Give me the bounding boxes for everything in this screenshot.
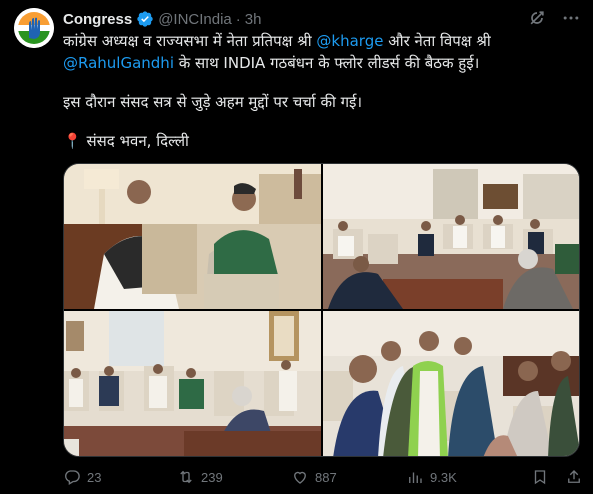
share-icon — [565, 468, 583, 486]
tweet-actions: 23 239 887 9.3K — [63, 466, 583, 488]
grok-icon[interactable] — [527, 8, 547, 28]
photo-2[interactable] — [323, 164, 579, 309]
bookmark-icon — [531, 468, 549, 486]
timestamp[interactable]: 3h — [245, 11, 262, 28]
views-count: 9.3K — [430, 469, 457, 485]
tweet-text: कांग्रेस अध्यक्ष व राज्यसभा में नेता प्र… — [63, 30, 583, 152]
like-icon — [291, 468, 309, 486]
author-name[interactable]: Congress — [63, 11, 132, 28]
text-segment: के साथ INDIA गठबंधन के फ्लोर लीडर्स की ब… — [173, 54, 480, 72]
mention-kharge[interactable]: @kharge — [316, 32, 383, 50]
mention-rahulgandhi[interactable]: @RahulGandhi — [63, 54, 174, 72]
media-grid — [63, 163, 580, 457]
like-button[interactable]: 887 — [291, 468, 337, 486]
retweet-icon — [177, 468, 195, 486]
separator: · — [235, 10, 241, 28]
tweet[interactable]: Congress @INCIndia · 3h कांग्रेस अध्यक्ष… — [0, 0, 593, 494]
tweet-location: 📍 संसद भवन, दिल्ली — [63, 130, 583, 152]
like-count: 887 — [315, 469, 337, 485]
congress-logo-icon — [14, 8, 54, 48]
views-button[interactable]: 9.3K — [406, 468, 457, 486]
pin-icon: 📍 — [63, 132, 82, 150]
reply-count: 23 — [87, 469, 102, 485]
location-text: संसद भवन, दिल्ली — [81, 132, 189, 150]
text-segment: और नेता विपक्ष श्री — [383, 32, 491, 50]
reply-icon — [63, 468, 81, 486]
photo-1[interactable] — [64, 164, 321, 309]
bookmark-button[interactable] — [531, 468, 549, 486]
tweet-text-line-3: इस दौरान संसद सत्र से जुड़े अहम मुद्दों … — [63, 93, 363, 111]
avatar[interactable] — [14, 8, 54, 48]
tweet-header: Congress @INCIndia · 3h — [63, 9, 261, 29]
tweet-text-line-2: @RahulGandhi के साथ INDIA गठबंधन के फ्लो… — [63, 52, 583, 74]
retweet-count: 239 — [201, 469, 223, 485]
reply-button[interactable]: 23 — [63, 468, 101, 486]
photo-4[interactable] — [323, 311, 579, 456]
verified-badge-icon — [136, 10, 154, 28]
top-actions — [527, 8, 581, 28]
views-icon — [406, 468, 424, 486]
more-icon[interactable] — [561, 8, 581, 28]
photo-3[interactable] — [64, 311, 321, 456]
tweet-text-line-1: कांग्रेस अध्यक्ष व राज्यसभा में नेता प्र… — [63, 30, 583, 52]
text-segment: कांग्रेस अध्यक्ष व राज्यसभा में नेता प्र… — [63, 32, 317, 50]
author-handle[interactable]: @INCIndia — [158, 11, 232, 28]
retweet-button[interactable]: 239 — [177, 468, 223, 486]
share-button[interactable] — [565, 468, 583, 486]
